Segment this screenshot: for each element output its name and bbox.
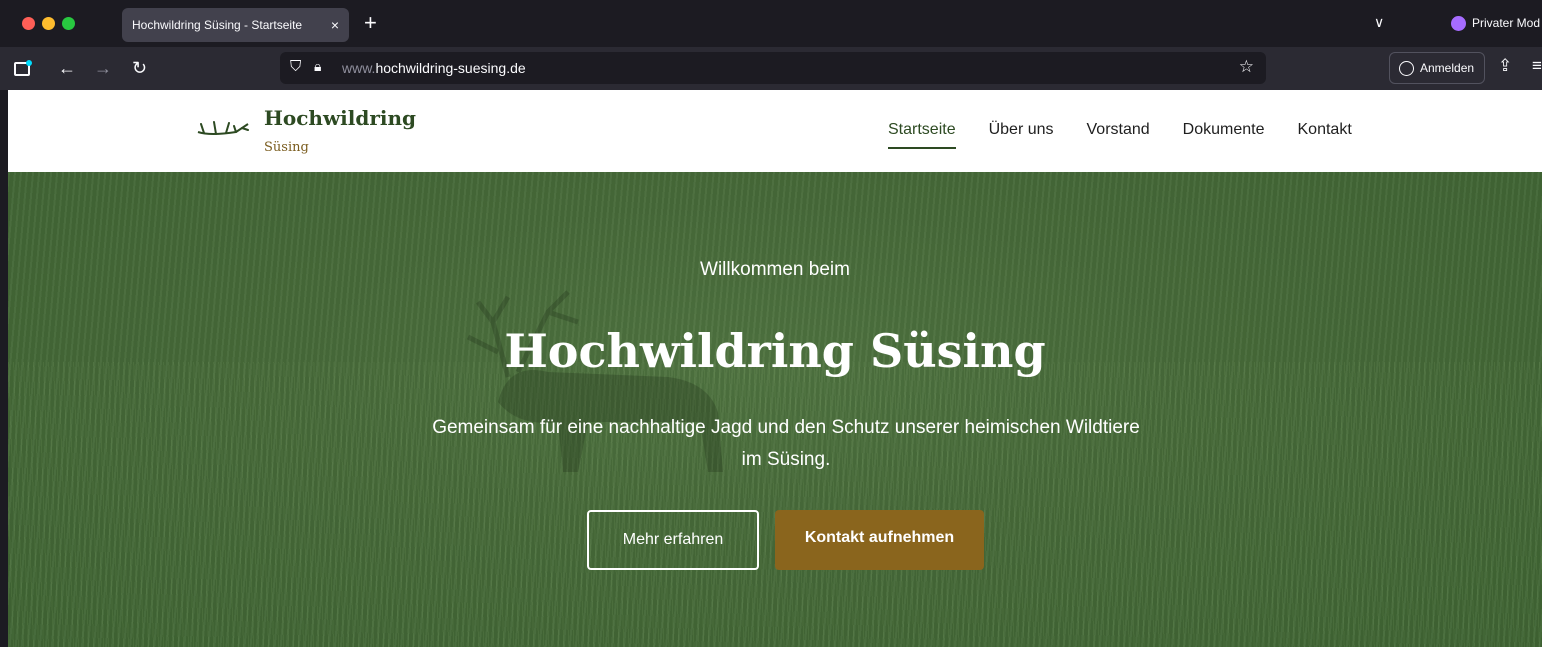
logo-title[interactable]: Hochwildring — [264, 106, 416, 130]
page-viewport: Hochwildring Süsing Startseite Über uns … — [8, 90, 1542, 647]
close-window-button[interactable] — [22, 17, 35, 30]
nav-startseite[interactable]: Startseite — [888, 121, 956, 149]
site-header: Hochwildring Süsing Startseite Über uns … — [8, 90, 1542, 172]
main-nav: Startseite Über uns Vorstand Dokumente K… — [888, 121, 1352, 149]
tracking-shield-icon[interactable]: ⛉ — [290, 58, 301, 75]
lock-icon[interactable]: 🔒︎ — [314, 58, 321, 75]
sidebar-toggle-icon[interactable] — [14, 60, 32, 76]
hero-description: Gemeinsam für eine nachhaltige Jagd und … — [432, 417, 1140, 470]
private-mode-label: Privater Mod — [1472, 16, 1541, 30]
tab-close-icon[interactable]: × — [331, 8, 339, 42]
share-icon[interactable]: ⇪ — [1498, 56, 1512, 76]
maximize-window-button[interactable] — [62, 17, 75, 30]
hero-kicker: Willkommen beim — [700, 259, 850, 280]
back-arrow-icon[interactable]: ← — [58, 57, 76, 79]
hero-section: Willkommen beim Hochwildring Süsing Geme… — [8, 172, 1542, 647]
menu-icon[interactable]: ≡ — [1532, 56, 1542, 76]
private-mode-icon — [1451, 16, 1466, 31]
forward-arrow-icon[interactable]: → — [94, 57, 112, 79]
new-tab-button[interactable]: + — [364, 10, 377, 36]
browser-tab[interactable]: Hochwildring Süsing - Startseite × — [122, 8, 349, 42]
signin-label: Anmelden — [1420, 61, 1475, 75]
more-info-button[interactable]: Mehr erfahren — [587, 510, 759, 570]
hero-title: Hochwildring Süsing — [504, 324, 1046, 378]
nav-vorstand[interactable]: Vorstand — [1087, 121, 1150, 139]
browser-nav-bar: ← → ↻ ⛉ 🔒︎ www.hochwildring-suesing.de ☆… — [0, 47, 1542, 90]
bookmark-star-icon[interactable]: ☆ — [1239, 57, 1254, 77]
signin-button[interactable]: Anmelden — [1389, 52, 1485, 84]
contact-button[interactable]: Kontakt aufnehmen — [775, 510, 984, 570]
url-text[interactable]: www.hochwildring-suesing.de — [342, 60, 526, 76]
logo-subtitle: Süsing — [264, 140, 309, 155]
browser-tab-bar: Hochwildring Süsing - Startseite × + ∨ P… — [0, 0, 1542, 47]
tab-title: Hochwildring Süsing - Startseite — [132, 18, 303, 32]
address-bar[interactable]: ⛉ 🔒︎ www.hochwildring-suesing.de ☆ — [280, 52, 1266, 84]
account-icon — [1399, 61, 1414, 76]
nav-dokumente[interactable]: Dokumente — [1183, 121, 1265, 139]
reload-icon[interactable]: ↻ — [132, 57, 147, 79]
minimize-window-button[interactable] — [42, 17, 55, 30]
antler-logo-icon[interactable] — [196, 118, 252, 138]
nav-ueber-uns[interactable]: Über uns — [989, 121, 1054, 139]
nav-kontakt[interactable]: Kontakt — [1298, 121, 1352, 139]
tab-list-chevron-icon[interactable]: ∨ — [1374, 14, 1384, 31]
